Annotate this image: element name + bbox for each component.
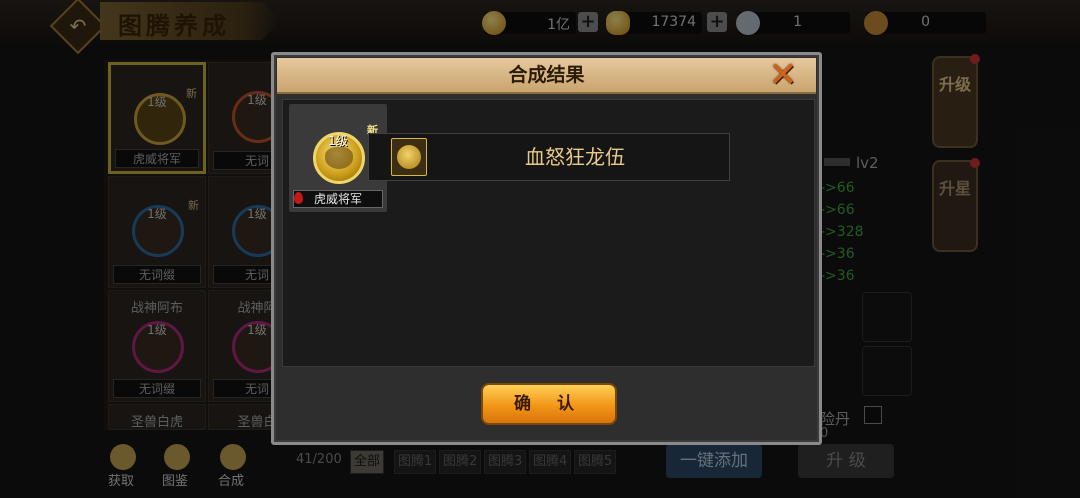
result-name: 虎威将军 [313,192,362,206]
result-name-box: 虎威将军 [293,190,383,208]
gem-info-bar: 血怒狂龙伍 [368,133,730,181]
dialog-header: 合成结果 ✕ [277,58,816,94]
close-icon[interactable]: ✕ [766,58,800,92]
gem-icon[interactable] [391,138,427,176]
gem-name: 血怒狂龙伍 [525,145,625,169]
blood-drop-icon [294,192,303,204]
dialog-body: 1级 新 虎威将军 血怒狂龙伍 [282,99,815,367]
combine-result-dialog: 合成结果 ✕ 1级 新 虎威将军 血怒狂龙伍 确 认 [271,52,822,445]
dialog-title: 合成结果 [508,64,585,86]
confirm-button[interactable]: 确 认 [481,383,617,425]
